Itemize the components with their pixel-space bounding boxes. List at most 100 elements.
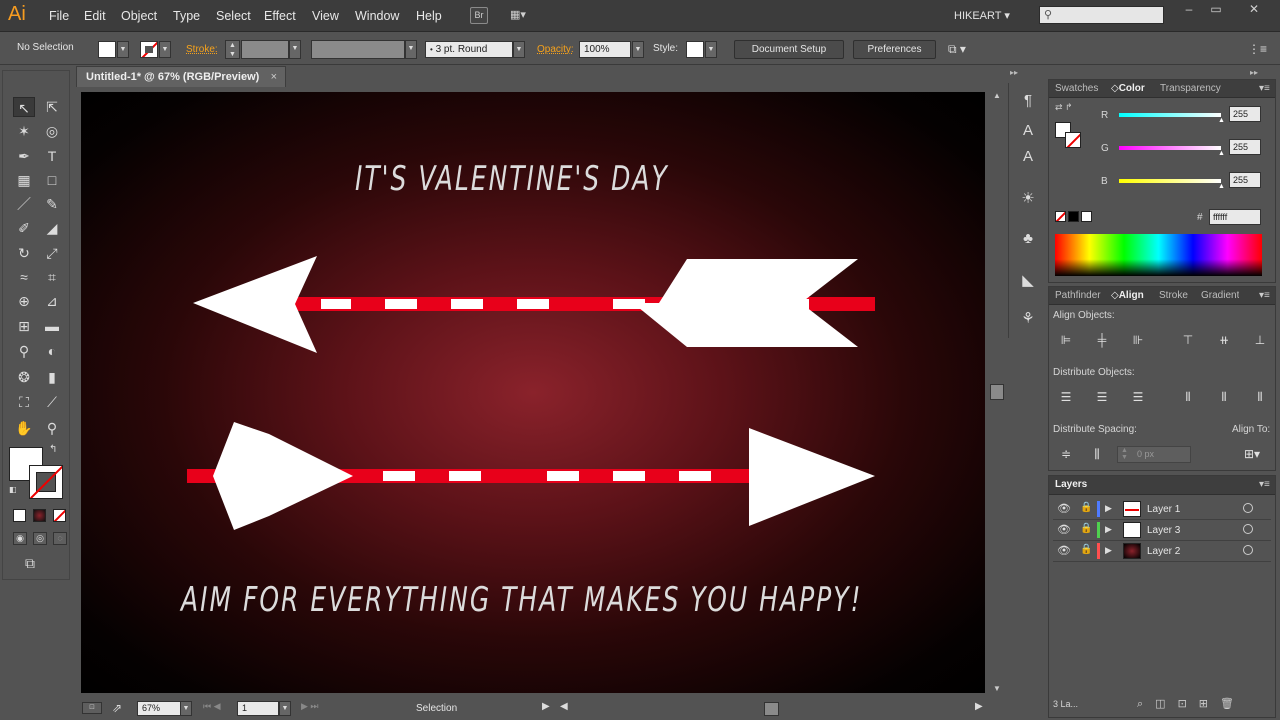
first-artboard-icon[interactable]: ⏮ ◀ [203, 701, 221, 712]
visibility-eye-icon[interactable]: 👁 [1057, 502, 1071, 515]
stroke-color-box[interactable] [29, 465, 63, 499]
help-search-input[interactable]: ⚲ [1039, 6, 1164, 24]
menu-object[interactable]: Object [121, 9, 157, 23]
type-tool-icon[interactable]: T [41, 146, 63, 166]
workspace-switcher[interactable]: HIKEART ▾ [954, 9, 1010, 22]
stroke-weight-dropdown[interactable]: ▼ [289, 40, 301, 59]
r-slider[interactable] [1119, 113, 1221, 117]
close-document-icon[interactable]: × [271, 67, 277, 87]
vertical-distribute-space-icon[interactable]: ≑ [1058, 446, 1074, 462]
distribute-top-icon[interactable]: ☰ [1058, 389, 1074, 405]
draw-inside-icon[interactable]: ◌ [53, 532, 67, 545]
magic-wand-tool-icon[interactable]: ✶ [13, 121, 35, 141]
g-value[interactable]: 255 [1229, 139, 1261, 155]
links-icon[interactable]: ⚘ [1018, 309, 1038, 329]
layer-name[interactable]: Layer 3 [1147, 525, 1180, 536]
lasso-tool-icon[interactable]: ◎ [41, 121, 63, 141]
document-setup-button[interactable]: Document Setup [734, 40, 844, 59]
g-slider-thumb[interactable]: ▲ [1218, 150, 1225, 157]
tab-transparency[interactable]: Transparency [1160, 83, 1221, 94]
brush-definition-field[interactable]: • 3 pt. Round [425, 41, 513, 58]
screen-mode-icon[interactable]: ⧉ [25, 555, 35, 572]
character-styles-icon[interactable]: A [1018, 121, 1038, 141]
status-menu-icon[interactable]: ▶ [542, 701, 550, 712]
tab-stroke[interactable]: Stroke [1159, 290, 1188, 301]
horizontal-scroll-thumb[interactable] [764, 702, 779, 716]
layer-target-icon[interactable] [1243, 503, 1253, 513]
vertical-scroll-thumb[interactable] [990, 384, 1004, 400]
zoom-tool-icon[interactable]: ⚲ [41, 418, 63, 438]
fill-dropdown-icon[interactable]: ▼ [117, 41, 129, 58]
expand-layer-icon[interactable]: ▶ [1105, 503, 1112, 514]
r-slider-thumb[interactable]: ▲ [1218, 117, 1225, 124]
symbol-sprayer-tool-icon[interactable]: ⊞ [13, 316, 35, 336]
align-panel-menu-icon[interactable]: ▾≡ [1259, 290, 1270, 301]
character-icon[interactable]: A [1018, 147, 1038, 167]
graph-tool-icon[interactable]: ▮ [41, 367, 63, 387]
eraser-tool-icon[interactable]: ◢ [41, 218, 63, 238]
draw-behind-icon[interactable]: ◎ [33, 532, 47, 545]
make-clipping-mask-icon[interactable]: ◫ [1155, 698, 1177, 710]
panel-menu-icon[interactable]: ⋮≡ [1248, 42, 1267, 56]
graphic-styles-icon[interactable]: ◣ [1018, 271, 1038, 291]
horizontal-scrollbar[interactable] [571, 702, 971, 716]
perspective-grid-tool-icon[interactable]: ⊿ [41, 291, 63, 311]
lock-icon[interactable]: 🔒 [1080, 544, 1092, 555]
hex-value[interactable]: ffffff [1209, 209, 1261, 225]
hand-tool-icon[interactable]: ✋ [13, 418, 35, 438]
color-mode-icon[interactable] [13, 509, 26, 522]
align-left-icon[interactable]: ⊫ [1058, 332, 1074, 348]
arrange-documents-icon[interactable]: ▦▾ [510, 8, 536, 22]
swap-fill-stroke-icon[interactable]: ↰ [49, 444, 57, 455]
rotate-tool-icon[interactable]: ↻ [13, 243, 35, 263]
new-sublayer-icon[interactable]: ⊡ [1178, 698, 1199, 710]
fill-swatch[interactable] [98, 41, 116, 58]
black-swatch[interactable] [1068, 211, 1079, 222]
vertical-scrollbar[interactable]: ▲ ▼ [989, 87, 1006, 697]
menu-file[interactable]: File [49, 9, 69, 23]
collapse-dock-icon[interactable]: ▸▸ [1250, 68, 1258, 77]
variable-width-profile[interactable] [311, 40, 405, 59]
distribute-hcenter-icon[interactable]: ⫴ [1216, 389, 1232, 405]
style-dropdown[interactable]: ▼ [705, 41, 717, 58]
eyedropper-tool-icon[interactable]: ⚲ [13, 341, 35, 361]
locate-object-icon[interactable]: ⌕ [1137, 698, 1155, 710]
scale-tool-icon[interactable]: ⤢ [41, 243, 63, 263]
stroke-weight-field[interactable] [241, 40, 289, 59]
gradient-mode-icon[interactable] [33, 509, 46, 522]
default-colors-icon[interactable]: ◧ [9, 485, 17, 494]
color-swap-icon[interactable]: ⇄ ↱ [1055, 102, 1073, 113]
layer-name[interactable]: Layer 1 [1147, 504, 1180, 515]
appearance-icon[interactable]: ☀ [1018, 189, 1038, 209]
preferences-button[interactable]: Preferences [853, 40, 936, 59]
restore-icon[interactable]: ▭ [1205, 2, 1227, 16]
last-artboard-icon[interactable]: ▶ ⏭ [301, 701, 319, 712]
width-tool-icon[interactable]: ≈ [13, 267, 35, 287]
symbols-icon[interactable]: ♣ [1018, 229, 1038, 249]
artboard-dropdown[interactable]: ▼ [279, 701, 291, 716]
artboard-tool-icon[interactable]: ⛶ [13, 392, 35, 412]
scroll-left-icon[interactable]: ◀ [560, 701, 568, 712]
zoom-field[interactable]: 67% [137, 701, 181, 716]
r-value[interactable]: 255 [1229, 106, 1261, 122]
artboard-number-field[interactable]: 1 [237, 701, 279, 716]
selection-tool-icon[interactable]: ↖ [13, 97, 35, 117]
distribute-left-icon[interactable]: ⫴ [1180, 389, 1196, 405]
symbol-tool-icon[interactable]: ❂ [13, 367, 35, 387]
align-horizontal-center-icon[interactable]: ╪ [1094, 332, 1110, 348]
scroll-right-icon[interactable]: ▶ [975, 701, 983, 712]
arrange-icon[interactable]: ⧉ ▾ [948, 42, 966, 57]
align-right-icon[interactable]: ⊪ [1130, 332, 1146, 348]
tab-swatches[interactable]: Swatches [1055, 83, 1098, 94]
tab-layers[interactable]: Layers [1055, 479, 1087, 490]
menu-select[interactable]: Select [216, 9, 251, 23]
align-to-dropdown-icon[interactable]: ⊞▾ [1239, 446, 1265, 462]
version-cue-icon[interactable]: ⊡ [82, 702, 102, 714]
color-panel-menu-icon[interactable]: ▾≡ [1259, 83, 1270, 94]
rectangle-tool-icon[interactable]: □ [41, 170, 63, 190]
distribute-right-icon[interactable]: ⫴ [1252, 389, 1268, 405]
tab-align[interactable]: ◇Align [1111, 290, 1144, 301]
white-swatch[interactable] [1081, 211, 1092, 222]
graphic-style-swatch[interactable] [686, 41, 704, 58]
menu-effect[interactable]: Effect [264, 9, 296, 23]
